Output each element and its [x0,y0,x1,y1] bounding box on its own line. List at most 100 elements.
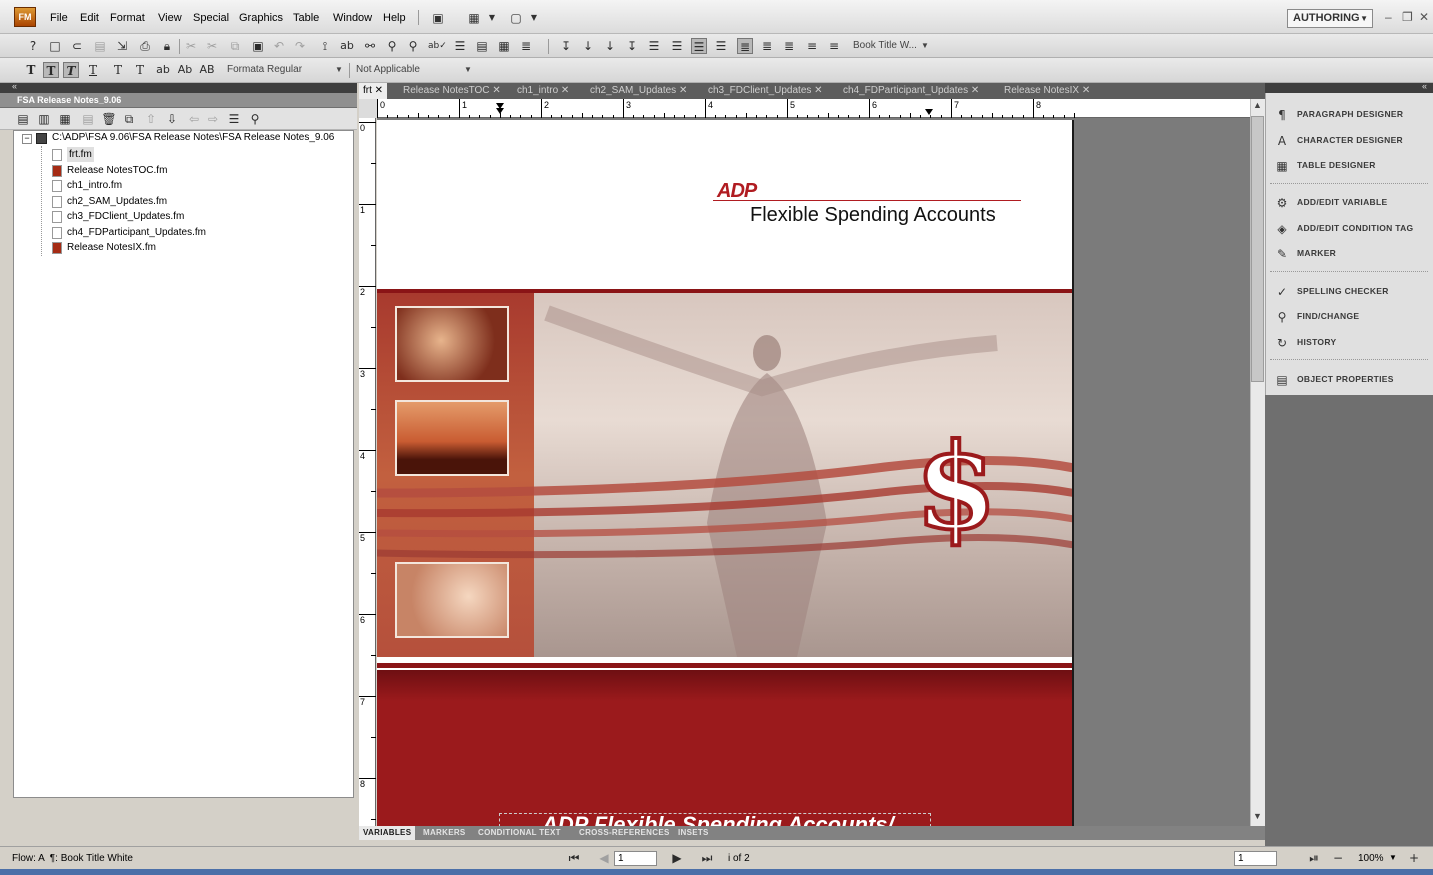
tab-ch1-intro[interactable]: ch1_intro ✕ [513,83,573,99]
tab-ch3-fdclient-updates[interactable]: ch3_FDClient_Updates ✕ [704,83,827,99]
align-left-icon[interactable]: ☰ [646,38,662,54]
next-page-icon[interactable]: ▶ [669,850,685,866]
import-icon[interactable]: ⇲ [114,38,130,54]
underline-button[interactable]: T [85,62,101,78]
workspace-select[interactable]: AUTHORING ▼ [1287,9,1373,28]
align-center-icon[interactable]: ☰ [691,38,707,54]
menu-view[interactable]: View [158,12,182,24]
menu-special[interactable]: Special [193,12,229,24]
last-page-icon[interactable]: ⏭ [699,850,715,866]
add-edit-condition-tag-button[interactable]: ◈ ADD/EDIT CONDITION TAG [1274,218,1432,240]
add-edit-variable-button[interactable]: ⚙ ADD/EDIT VARIABLE [1274,192,1432,214]
superscript-button[interactable]: T [110,62,126,78]
align-right-icon[interactable]: ☰ [669,38,685,54]
open-icon[interactable]: ⊂ [69,38,85,54]
panel-layout-icon[interactable]: ▣ [430,10,446,26]
line-spacing-single-icon[interactable]: ≣ [737,38,753,54]
history-button[interactable]: ↻ HISTORY [1274,332,1432,354]
undo-icon[interactable]: ↶ [271,38,287,54]
close-icon[interactable]: ✕ [679,85,687,96]
book-root-path[interactable]: C:\ADP\FSA 9.06\FSA Release Notes\FSA Re… [52,132,334,143]
spell-ab-icon[interactable]: ab [339,38,355,54]
previous-page-icon[interactable]: ◀ [596,850,612,866]
menu-help[interactable]: Help [383,12,406,24]
condition-select[interactable]: Not Applicable ▼ [356,62,474,78]
text-frame-icon[interactable]: ▤ [474,38,490,54]
properties-icon[interactable]: ☰ [226,111,242,127]
new-icon[interactable]: □ [47,38,63,54]
move-up-icon[interactable]: ⇧ [143,111,159,127]
tab-cross-references[interactable]: CROSS-REFERENCES [575,826,674,840]
find-icon[interactable]: ⚲ [384,38,400,54]
tab-conditional-text[interactable]: CONDITIONAL TEXT [474,826,565,840]
collapse-toggle-icon[interactable]: − [22,134,32,144]
marker-button[interactable]: ✎ MARKER [1274,243,1432,265]
menu-table[interactable]: Table [293,12,319,24]
save-book-icon[interactable]: ▤ [80,111,96,127]
find-change-button[interactable]: ⚲ FIND/CHANGE [1274,306,1432,328]
format-painter-icon[interactable]: ⟟ [317,38,333,54]
footer-text-frame[interactable]: ADP Flexible Spending Accounts/ [499,813,931,826]
justify-icon[interactable]: ☰ [713,38,729,54]
add-folder-icon[interactable]: ▥ [36,111,52,127]
scrollbar-thumb[interactable] [1251,116,1264,382]
collapse-icon[interactable]: « [1422,81,1427,91]
horizontal-ruler[interactable]: 0 1 2 3 4 5 6 7 8 [377,99,1250,118]
tab-variables[interactable]: VARIABLES [359,826,416,840]
move-down-icon[interactable]: ⇩ [164,111,180,127]
tab-release-notes-toc[interactable]: Release NotesTOC ✕ [399,83,505,99]
print-icon[interactable]: ⎙ [137,38,153,54]
plain-text-button[interactable]: T [23,62,39,78]
object-properties-button[interactable]: ▤ OBJECT PROPERTIES [1274,369,1432,391]
zoom-level[interactable]: 100% [1358,853,1384,864]
close-icon[interactable]: ✕ [375,85,383,96]
chevron-down-icon[interactable]: ▼ [526,10,542,26]
add-file-icon[interactable]: ▤ [15,111,31,127]
close-icon[interactable]: ✕ [1419,10,1429,24]
redo-icon[interactable]: ↷ [292,38,308,54]
insert-table-icon[interactable]: ▦ [496,38,512,54]
copy-icon[interactable]: ⧉ [227,38,243,54]
menu-window[interactable]: Window [333,12,372,24]
tab-markers[interactable]: MARKERS [419,826,470,840]
screen-mode-icon[interactable]: ▢ [508,10,524,26]
move-left-icon[interactable]: ⇦ [186,111,202,127]
help-icon[interactable]: ? [25,38,41,54]
align-top-icon[interactable]: ↧ [624,38,640,54]
line-spacing-1-5-icon[interactable]: ≣ [759,38,775,54]
tab-insets[interactable]: INSETS [674,826,713,840]
uppercase-button[interactable]: AB [199,62,215,78]
paragraph-designer-button[interactable]: ¶ PARAGRAPH DESIGNER [1274,104,1432,126]
move-right-icon[interactable]: ⇨ [205,111,221,127]
align-bottom-icon[interactable]: ↓ [580,38,596,54]
close-icon[interactable]: ✕ [561,85,569,96]
align-bottom-2-icon[interactable]: ↓ [602,38,618,54]
link-icon[interactable]: ⚯ [362,38,378,54]
bold-button[interactable]: T [43,62,59,78]
close-icon[interactable]: ✕ [492,85,500,96]
character-designer-button[interactable]: A CHARACTER DESIGNER [1274,130,1432,152]
close-icon[interactable]: ✕ [971,85,979,96]
font-select[interactable]: Formata Regular ▼ [227,62,345,78]
cut-icon[interactable]: ✂ [183,38,199,54]
subscript-button[interactable]: T [132,62,148,78]
tab-frt[interactable]: frt ✕ [359,83,388,99]
scroll-up-icon[interactable]: ▲ [1253,100,1262,110]
update-book-icon[interactable]: ▦ [57,111,73,127]
chevron-down-icon[interactable]: ▼ [484,10,500,26]
tab-ch4-fdparticipant-updates[interactable]: ch4_FDParticipant_Updates ✕ [839,83,983,99]
find-next-icon[interactable]: ⚲ [405,38,421,54]
vertical-ruler[interactable]: 0 1 2 3 4 5 6 7 8 [359,118,376,826]
close-icon[interactable]: ✕ [1082,85,1090,96]
paste-icon[interactable]: ▣ [250,38,266,54]
line-spacing-custom-icon[interactable]: ≡ [804,38,820,54]
spelling-icon[interactable]: ab✓ [428,38,447,54]
menu-edit[interactable]: Edit [80,12,99,24]
close-icon[interactable]: ✕ [814,85,822,96]
search-icon[interactable]: ⚲ [247,111,263,127]
save-icon[interactable]: ▤ [92,38,108,54]
lowercase-button[interactable]: ab [155,62,171,78]
scroll-down-icon[interactable]: ▼ [1253,811,1262,821]
zoom-page-input[interactable]: 1 [1234,851,1277,866]
first-page-icon[interactable]: ⏮ [566,850,582,866]
